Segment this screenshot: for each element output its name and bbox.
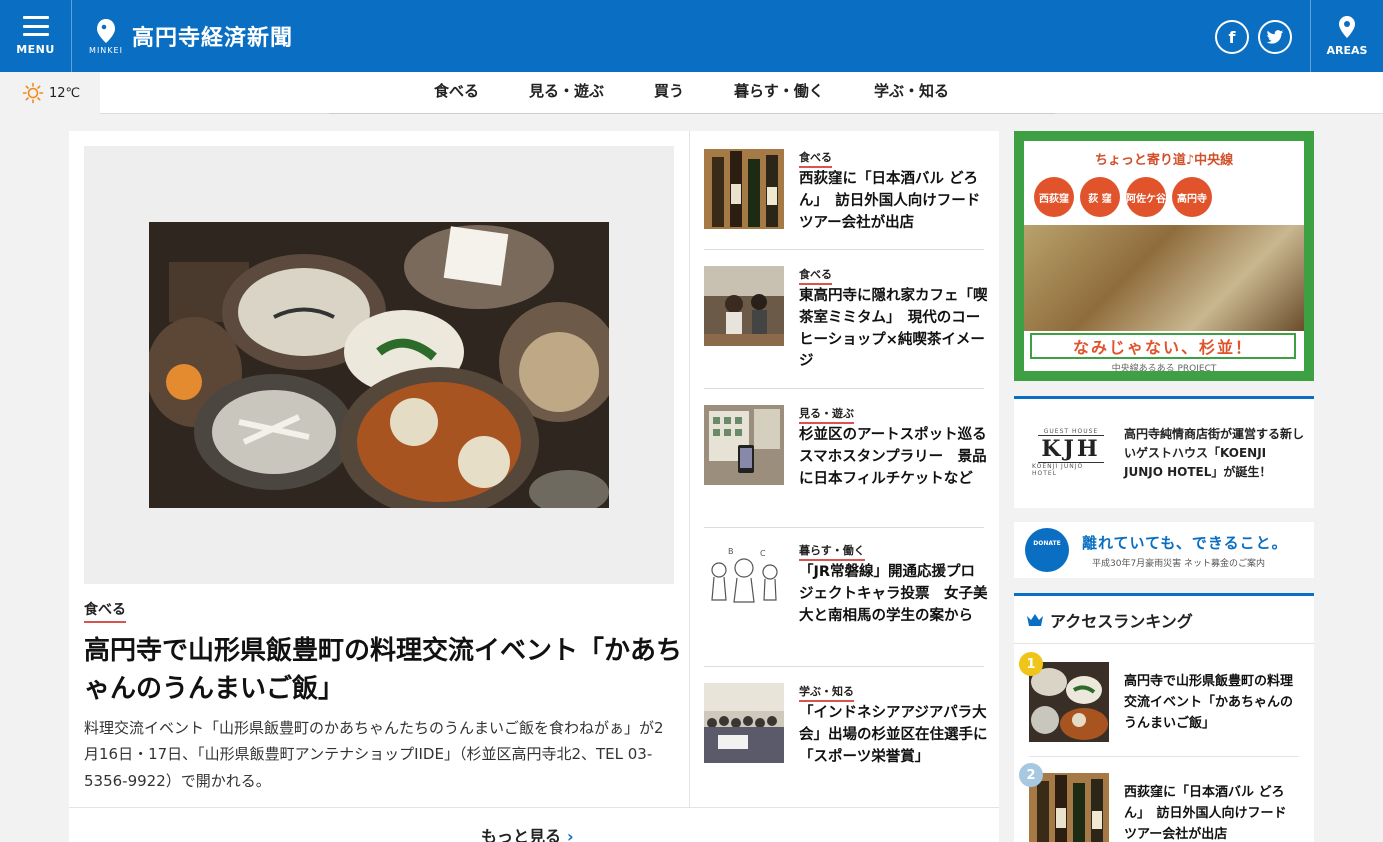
donate-hand-icon: DONATE [1025, 528, 1069, 572]
featured-description: 料理交流イベント「山形県飯豊町のかあちゃんたちのうんまいご飯を食わねがぁ」が2月… [84, 719, 664, 790]
donate-icon-label: DONATE [1033, 540, 1061, 547]
category-learn[interactable]: 学ぶ・知る [874, 80, 949, 101]
donate-card[interactable]: DONATE 離れていても、できること。 平成30年7月豪雨災害 ネット募金のご… [1014, 522, 1314, 578]
svg-text:B: B [728, 547, 734, 556]
kjh-logo-bottom: KOENJI JUNJO HOTEL [1032, 462, 1084, 477]
news-category[interactable]: 食べる [799, 149, 832, 168]
news-item[interactable]: 食べる 西荻窪に「日本酒バル どろん」 訪日外国人向けフードツアー会社が出店 [704, 149, 984, 249]
facebook-icon[interactable]: f [1215, 20, 1249, 54]
news-item[interactable]: BC 暮らす・働く 「JR常磐線」開通応援プロジェクトキャラ投票 女子美大と南相… [704, 542, 988, 662]
rank-badge: 1 [1019, 652, 1043, 676]
news-thumbnail: BC [704, 542, 784, 622]
featured-category[interactable]: 食べる [84, 599, 126, 623]
ranking-item[interactable]: 2 西荻窪に「日本酒バル どろん」 訪日外国人向けフードツアー会社が出店 [1019, 763, 1314, 842]
temperature: 12℃ [49, 85, 81, 101]
news-title[interactable]: 西荻窪に「日本酒バル どろん」 訪日外国人向けフードツアー会社が出店 [799, 169, 989, 234]
areas-button[interactable]: AREAS [1310, 0, 1383, 72]
news-title[interactable]: 東高円寺に隠れ家カフェ「喫茶室ミミタム」 現代のコーヒーショップ×純喫茶イメージ [799, 286, 989, 373]
donate-sub: 平成30年7月豪雨災害 ネット募金のご案内 [1092, 559, 1266, 569]
news-title[interactable]: 杉並区のアートスポット巡るスマホスタンプラリー 景品に日本フィルチケットなど [799, 425, 989, 490]
twitter-icon[interactable] [1258, 20, 1292, 54]
main-content: 食べる 高円寺で山形県飯豊町の料理交流イベント「かあちゃんのうんまいご飯」 料理… [69, 131, 999, 842]
news-thumbnail [704, 405, 784, 485]
site-header: MENU MINKEI 高円寺経済新聞 f AREAS [0, 0, 1383, 72]
map-pin-icon [1339, 16, 1355, 38]
weather-widget: 12℃ [0, 72, 100, 114]
ad-photo [1024, 225, 1304, 331]
category-eat[interactable]: 食べる [434, 80, 479, 101]
menu-label: MENU [16, 43, 55, 56]
more-link[interactable]: もっと見る › [481, 823, 574, 842]
featured-image[interactable] [84, 146, 674, 584]
news-category[interactable]: 学ぶ・知る [799, 683, 854, 702]
ad-station: 阿佐ケ谷 [1126, 177, 1166, 217]
news-category[interactable]: 見る・遊ぶ [799, 405, 854, 424]
kjh-logo-text: KJH [1038, 434, 1104, 463]
ranking-thumbnail [1029, 662, 1109, 742]
ad-stations: 西荻窪 荻 窪 阿佐ケ谷 高円寺 [1034, 177, 1212, 217]
ad-sub: 中央線あるある PROJECT [1111, 364, 1217, 371]
news-item[interactable]: 見る・遊ぶ 杉並区のアートスポット巡るスマホスタンプラリー 景品に日本フィルチケ… [704, 405, 987, 525]
kjh-logo: GUEST HOUSE KJH KOENJI JUNJO HOTEL [1032, 427, 1110, 477]
ranking-item-title: 高円寺で山形県飯豊町の料理交流イベント「かあちゃんのうんまいご飯」 [1124, 674, 1294, 731]
hamburger-icon [22, 16, 49, 36]
news-item[interactable]: 食べる 東高円寺に隠れ家カフェ「喫茶室ミミタム」 現代のコーヒーショップ×純喫茶… [704, 266, 988, 386]
chevron-right-icon: › [567, 827, 574, 842]
rank-badge: 2 [1019, 763, 1043, 787]
ad-top-text: ちょっと寄り道♪中央線 [1094, 153, 1234, 168]
ad-station: 高円寺 [1172, 177, 1212, 217]
column-divider [689, 131, 690, 807]
food-photo [149, 222, 609, 508]
crown-icon [1027, 613, 1043, 626]
more-label: もっと見る [481, 827, 562, 842]
category-bar: 12℃ 食べる 見る・遊ぶ 買う 暮らす・働く 学ぶ・知る [0, 72, 1383, 114]
ad-slogan: なみじゃない、杉並！ [1030, 333, 1296, 359]
news-item[interactable]: 学ぶ・知る 「インドネシアアジアパラ大会」出場の杉並区在住選手に「スポーツ栄誉賞… [704, 683, 988, 793]
divider [69, 807, 999, 808]
featured-title[interactable]: 高円寺で山形県飯豊町の料理交流イベント「かあちゃんのうんまいご飯」 [84, 633, 684, 708]
category-buy[interactable]: 買う [654, 80, 684, 101]
ranking-item[interactable]: 1 高円寺で山形県飯豊町の料理交流イベント「かあちゃんのうんまいご飯」 [1019, 652, 1314, 747]
donate-main: 離れていても、できること。 [1082, 534, 1288, 552]
ranking-title: アクセスランキング [1050, 611, 1193, 631]
menu-button[interactable]: MENU [0, 0, 72, 72]
ranking-item-title: 西荻窪に「日本酒バル どろん」 訪日外国人向けフードツアー会社が出店 [1124, 785, 1287, 842]
kjh-promo-card[interactable]: GUEST HOUSE KJH KOENJI JUNJO HOTEL 高円寺純情… [1014, 396, 1314, 508]
divider [704, 388, 984, 389]
category-live-work[interactable]: 暮らす・働く [734, 80, 824, 101]
ad-inner: ちょっと寄り道♪中央線 西荻窪 荻 窪 阿佐ケ谷 高円寺 なみじゃない、杉並！ … [1024, 141, 1304, 371]
ranking-header: アクセスランキング [1014, 596, 1314, 644]
ranking-thumbnail [1029, 773, 1109, 842]
divider [704, 249, 984, 250]
divider [704, 527, 984, 528]
divider [704, 666, 984, 667]
news-thumbnail [704, 149, 784, 229]
divider [1029, 756, 1299, 757]
kjh-text: 高円寺純情商店街が運営する新しいゲストハウス「KOENJI JUNJO HOTE… [1124, 427, 1305, 480]
news-category[interactable]: 暮らす・働く [799, 542, 865, 561]
kjh-logo-top: GUEST HOUSE [1043, 427, 1099, 435]
news-thumbnail [704, 683, 784, 763]
news-title[interactable]: 「インドネシアアジアパラ大会」出場の杉並区在住選手に「スポーツ栄誉賞」 [799, 703, 989, 768]
areas-label: AREAS [1326, 44, 1368, 57]
news-thumbnail [704, 266, 784, 346]
ad-station: 西荻窪 [1034, 177, 1074, 217]
svg-text:C: C [760, 549, 766, 558]
sun-icon [22, 82, 44, 104]
category-nav: 食べる 見る・遊ぶ 買う 暮らす・働く 学ぶ・知る [329, 72, 1055, 114]
ad-banner[interactable]: ちょっと寄り道♪中央線 西荻窪 荻 窪 阿佐ケ谷 高円寺 なみじゃない、杉並！ … [1014, 131, 1314, 381]
brand-sub: MINKEI [89, 45, 123, 55]
news-category[interactable]: 食べる [799, 266, 832, 285]
ad-station: 荻 窪 [1080, 177, 1120, 217]
site-title: 高円寺経済新聞 [132, 26, 294, 51]
news-title[interactable]: 「JR常磐線」開通応援プロジェクトキャラ投票 女子美大と南相馬の学生の案から [799, 562, 989, 627]
site-logo[interactable]: MINKEI 高円寺経済新聞 [88, 14, 293, 58]
access-ranking: アクセスランキング 1 高円寺で山形県飯豊町の料理交流イベント「かあちゃんのうん… [1014, 593, 1314, 842]
minkei-logo-icon: MINKEI [88, 18, 124, 55]
category-see-play[interactable]: 見る・遊ぶ [529, 80, 604, 101]
